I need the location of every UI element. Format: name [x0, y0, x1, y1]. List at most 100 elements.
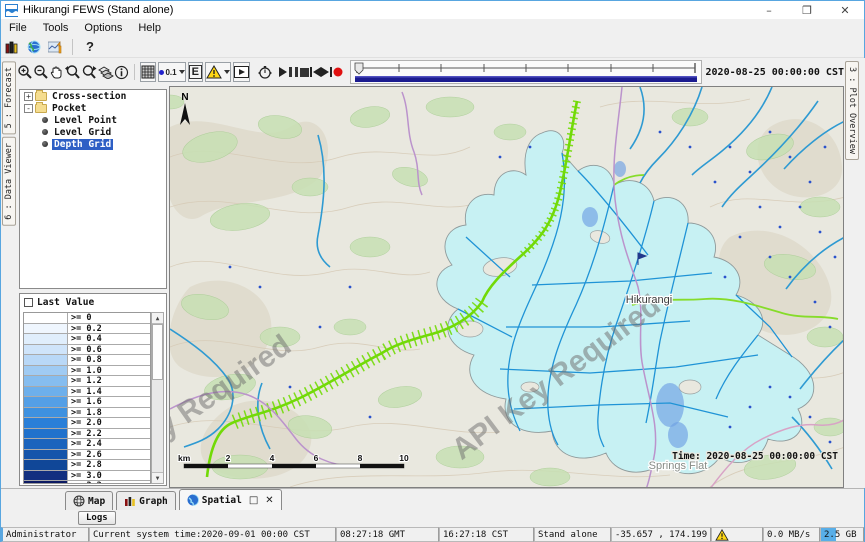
map-view[interactable]: API Key Required API Key Required Hikura…	[169, 86, 844, 488]
tree-node-label[interactable]: Level Point	[52, 115, 119, 126]
tab-data-viewer[interactable]: 6 : Data Viewer	[2, 137, 16, 226]
zoom-in-button[interactable]	[17, 61, 33, 83]
status-download-rate: 0.0 MB/s	[763, 527, 820, 542]
timeline-handle[interactable]	[355, 63, 363, 74]
legend-row: >= 1.6	[24, 397, 150, 408]
menu-options[interactable]: Options	[76, 21, 130, 35]
status-mode: Stand alone	[534, 527, 611, 542]
svg-text:4: 4	[270, 453, 275, 463]
svg-text:N: N	[181, 92, 188, 103]
expander-icon[interactable]: -	[24, 104, 33, 113]
tree-node-pocket[interactable]: - Pocket	[20, 102, 166, 114]
legend-swatch	[24, 345, 68, 355]
tree-node-label-selected[interactable]: Depth Grid	[52, 139, 113, 150]
legend-swatch	[24, 313, 68, 323]
menu-tools[interactable]: Tools	[35, 21, 77, 35]
skip-to-end-button[interactable]	[321, 61, 332, 83]
legend-swatch	[24, 429, 68, 439]
timeseries-dialog-button[interactable]	[45, 38, 67, 56]
status-memory: 2.5 GB	[820, 527, 864, 542]
help-button[interactable]: ?	[78, 39, 102, 54]
tree-node-level-grid[interactable]: Level Grid	[20, 126, 166, 138]
tree-node-label[interactable]: Cross-section	[50, 91, 128, 102]
tab-graph[interactable]: Graph	[116, 491, 176, 510]
legend-row: >= 3.0	[24, 471, 150, 482]
movie-export-button[interactable]	[233, 62, 250, 82]
thresholds-dropdown[interactable]	[205, 62, 231, 82]
expander-icon[interactable]: +	[24, 92, 33, 101]
tree-node-label[interactable]: Level Grid	[52, 127, 113, 138]
chevron-down-icon	[179, 70, 185, 74]
minimize-button[interactable]: –	[750, 1, 788, 19]
record-button[interactable]	[332, 61, 343, 83]
menu-help[interactable]: Help	[130, 21, 169, 35]
legend-swatch	[24, 418, 68, 428]
tree-node-cross-section[interactable]: + Cross-section	[20, 90, 166, 102]
database-display-button[interactable]	[1, 38, 23, 56]
status-local-time: 16:27:18 CST	[439, 527, 534, 542]
tab-forecast[interactable]: 5 : Forecast	[2, 61, 16, 134]
tree-node-label[interactable]: Pocket	[50, 103, 88, 114]
last-value-checkbox[interactable]	[24, 298, 33, 307]
legend-swatch	[24, 471, 68, 481]
zoom-out-button[interactable]	[33, 61, 49, 83]
zoom-next-button[interactable]	[81, 61, 98, 83]
status-alerts[interactable]	[711, 527, 763, 542]
classbreaks-dropdown[interactable]: 0.1	[158, 62, 185, 82]
scroll-up-icon[interactable]: ▲	[152, 313, 163, 324]
panel-close-icon[interactable]: ✕	[265, 495, 273, 506]
tree-node-depth-grid[interactable]: Depth Grid	[20, 138, 166, 150]
skip-to-start-button[interactable]	[310, 61, 321, 83]
logs-button[interactable]: Logs	[78, 511, 116, 525]
info-button[interactable]	[114, 61, 129, 83]
panel-maximize-icon[interactable]: □	[249, 495, 258, 506]
scroll-down-icon[interactable]: ▼	[152, 472, 163, 483]
layers-button[interactable]	[98, 61, 114, 83]
legend-scrollbar[interactable]: ▲ ▼	[151, 312, 164, 484]
tree-node-level-point[interactable]: Level Point	[20, 114, 166, 126]
close-button[interactable]: ✕	[826, 1, 864, 19]
classbreak-dot-icon	[159, 70, 164, 75]
toolbar-separator	[72, 39, 73, 55]
right-tab-strip: 3 : Plot Overview	[844, 58, 865, 488]
legend-row: >= 2.8	[24, 460, 150, 471]
pan-hand-button[interactable]	[49, 61, 64, 83]
tab-spatial[interactable]: Spatial □ ✕	[179, 489, 282, 510]
status-system-time: Current system time:2020-09-01 00:00 CST	[89, 527, 336, 542]
legend-row: >= 2.0	[24, 418, 150, 429]
last-value-label: Last Value	[37, 297, 94, 308]
tab-map[interactable]: Map	[65, 491, 113, 510]
legend-row: >= 0.2	[24, 324, 150, 335]
legend-swatch	[24, 397, 68, 407]
legend-row: >= 1.8	[24, 408, 150, 419]
animation-settings-button[interactable]	[257, 61, 273, 83]
grid-coverage-button[interactable]	[140, 62, 156, 82]
labels-toggle-button[interactable]: E	[188, 62, 203, 82]
layer-bullet-icon	[42, 117, 48, 123]
stop-button[interactable]	[299, 61, 310, 83]
tab-plot-overview[interactable]: 3 : Plot Overview	[845, 61, 859, 160]
label-e-glyph: E	[189, 65, 202, 79]
left-tab-strip: 5 : Forecast 6 : Data Viewer	[1, 58, 17, 488]
menu-file[interactable]: File	[1, 21, 35, 35]
legend-swatch	[24, 355, 68, 365]
timeline-slider[interactable]	[350, 60, 702, 84]
legend-row: >= 0.8	[24, 355, 150, 366]
legend-swatch	[24, 460, 68, 470]
maximize-button[interactable]: ❐	[788, 1, 826, 19]
layer-bullet-icon	[42, 129, 48, 135]
status-gmt-time: 08:27:18 GMT	[336, 527, 439, 542]
play-button[interactable]	[277, 61, 288, 83]
zoom-previous-button[interactable]	[64, 61, 81, 83]
legend-panel: Last Value >= 0 >= 0.2 >= 0.4 >= 0.6 >= …	[19, 293, 167, 486]
status-user: Administrator	[1, 527, 89, 542]
legend-swatch	[24, 408, 68, 418]
legend-swatch	[24, 450, 68, 460]
grid-display-button[interactable]	[23, 38, 45, 56]
status-bar: Administrator Current system time:2020-0…	[1, 526, 864, 542]
legend-row: >= 1.0	[24, 366, 150, 377]
scrollbar-thumb[interactable]	[152, 324, 163, 380]
svg-text:10: 10	[399, 453, 409, 463]
layer-bullet-icon	[42, 141, 48, 147]
pause-button[interactable]	[288, 61, 299, 83]
